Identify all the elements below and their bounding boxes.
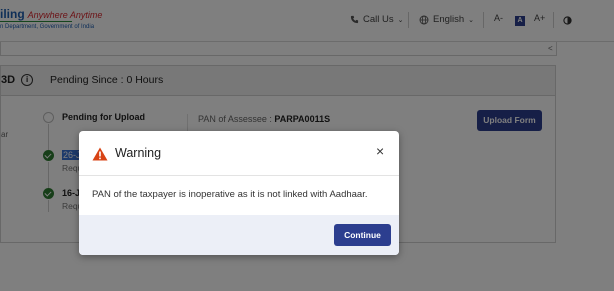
warning-dialog: Warning × PAN of the taxpayer is inopera… [79, 131, 399, 255]
dialog-title: Warning [115, 146, 162, 160]
continue-button[interactable]: Continue [334, 224, 391, 246]
close-icon[interactable]: × [376, 144, 384, 158]
dialog-body: PAN of the taxpayer is inoperative as it… [79, 177, 399, 214]
dialog-footer: Continue [79, 215, 399, 255]
dialog-header: Warning × [79, 131, 399, 176]
dialog-message: PAN of the taxpayer is inoperative as it… [92, 189, 368, 200]
warning-icon [92, 147, 108, 161]
